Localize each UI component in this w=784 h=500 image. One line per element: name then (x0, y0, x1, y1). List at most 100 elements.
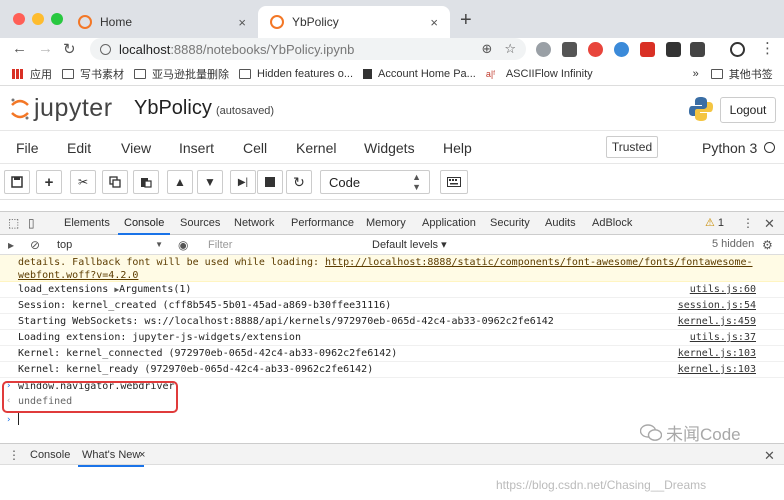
menu-insert[interactable]: Insert (179, 140, 214, 156)
drawer-tab-close-icon[interactable]: × (139, 449, 145, 461)
reload-icon[interactable]: ↻ (63, 40, 76, 58)
context-select[interactable]: top ▼ (52, 236, 168, 253)
log-source-link[interactable]: kernel.js:459 (678, 314, 756, 329)
copy-button[interactable] (102, 170, 128, 194)
window-controls (13, 13, 63, 25)
devtools-tab-adblock[interactable]: AdBlock (592, 217, 632, 229)
devtools-tab-audits[interactable]: Audits (545, 217, 576, 229)
bookmark-label: 亚马逊批量删除 (152, 68, 229, 81)
log-source-link[interactable]: session.js:54 (678, 298, 756, 313)
warning-counter[interactable]: ⚠ 1 (705, 216, 735, 229)
inspect-element-icon[interactable]: ⬚ (8, 216, 21, 230)
menu-widgets[interactable]: Widgets (364, 140, 415, 156)
devtools-tab-network[interactable]: Network (234, 217, 274, 229)
menu-edit[interactable]: Edit (67, 140, 91, 156)
bookmark-overflow-chevron[interactable]: » (693, 68, 699, 80)
refresh-icon: ↻ (293, 173, 305, 190)
menu-file[interactable]: File (16, 140, 39, 156)
console-log-line: Kernel: kernel_ready (972970eb-065d-42c4… (0, 362, 784, 378)
devtools-tab-security[interactable]: Security (490, 217, 530, 229)
bookmark-hidden-features[interactable]: Hidden features o... (239, 68, 353, 80)
drawer-tab-console[interactable]: Console (30, 449, 70, 461)
log-arguments[interactable]: Arguments(1) (119, 284, 191, 295)
log-source-link[interactable]: utils.js:37 (690, 330, 756, 345)
devtools-tab-elements[interactable]: Elements (64, 217, 110, 229)
notebook-name[interactable]: YbPolicy (134, 97, 212, 120)
window-zoom-button[interactable] (51, 13, 63, 25)
save-button[interactable] (4, 170, 30, 194)
devtools-close-icon[interactable]: ✕ (764, 216, 777, 231)
back-arrow-icon[interactable]: ← (12, 40, 27, 57)
extension-dark-icon[interactable] (666, 42, 681, 57)
jupyter-logo[interactable]: jupyter (10, 94, 113, 123)
drawer-menu-icon[interactable]: ⋮ (8, 448, 21, 462)
browser-tab-home[interactable]: Home × (66, 6, 258, 38)
devtools-tab-console[interactable]: Console (117, 217, 171, 235)
run-button[interactable]: ▶| (230, 170, 256, 194)
log-source-link[interactable]: utils.js:60 (690, 282, 756, 297)
bookmark-star-icon[interactable]: ☆ (504, 41, 516, 57)
menu-kernel[interactable]: Kernel (296, 140, 336, 156)
plus-icon: + (44, 173, 54, 191)
cell-type-select[interactable]: Code ▲ ▼ (320, 170, 430, 194)
browser-tab-ybpolicy[interactable]: YbPolicy × (258, 6, 450, 38)
menu-cell[interactable]: Cell (243, 140, 267, 156)
menu-view[interactable]: View (121, 140, 151, 156)
kernel-name[interactable]: Python 3 (702, 140, 757, 156)
paste-button[interactable] (133, 170, 159, 194)
tab-close-icon[interactable]: × (430, 15, 438, 30)
devtools-tab-memory[interactable]: Memory (366, 217, 406, 229)
devtools-tab-performance[interactable]: Performance (291, 217, 354, 229)
log-source-link[interactable]: kernel.js:103 (678, 362, 756, 377)
extension-compass-icon[interactable] (614, 42, 629, 57)
extension-tools-icon[interactable] (562, 42, 577, 57)
console-prompt-input[interactable] (18, 413, 19, 425)
extension-opera-icon[interactable] (588, 42, 603, 57)
extension-globe-icon[interactable] (536, 42, 551, 57)
move-up-button[interactable]: ▲ (167, 170, 193, 194)
clear-console-icon[interactable]: ⊘ (30, 238, 43, 252)
devtools-menu-icon[interactable]: ⋮ (742, 216, 755, 230)
drawer-close-icon[interactable]: ✕ (764, 448, 777, 463)
console-settings-gear-icon[interactable]: ⚙ (762, 238, 775, 252)
logout-button[interactable]: Logout (720, 97, 776, 123)
browser-menu-icon[interactable]: ⋮ (760, 39, 775, 57)
info-icon[interactable] (100, 43, 111, 55)
extension-red-icon[interactable] (640, 42, 655, 57)
move-down-button[interactable]: ▼ (197, 170, 223, 194)
device-toolbar-icon[interactable]: ▯ (28, 216, 41, 230)
extension-se-icon[interactable] (690, 42, 705, 57)
url-input[interactable]: localhost :8888/notebooks/YbPolicy.ipynb… (90, 38, 526, 60)
live-expression-eye-icon[interactable]: ◉ (178, 238, 191, 252)
log-text: Starting WebSockets: ws://localhost:8888… (18, 316, 554, 327)
bookmark-account-home[interactable]: Account Home Pa... (363, 68, 476, 80)
interrupt-button[interactable] (257, 170, 283, 194)
new-tab-button[interactable]: + (460, 9, 472, 32)
console-filter-input[interactable]: Filter (204, 237, 366, 253)
trusted-indicator[interactable]: Trusted (606, 136, 658, 158)
drawer-tab-whats-new[interactable]: What's New (77, 449, 145, 467)
command-palette-button[interactable] (440, 170, 468, 194)
bookmark-other-folder[interactable]: 其他书签 (710, 66, 773, 82)
dropdown-arrow-icon: ▼ (155, 240, 163, 249)
devtools-tab-application[interactable]: Application (422, 217, 476, 229)
sidebar-toggle-icon[interactable]: ▸ (8, 238, 21, 252)
window-minimize-button[interactable] (32, 13, 44, 25)
bookmark-amazon-delete[interactable]: 亚马逊批量删除 (134, 66, 229, 82)
console-log-line: load_extensions ▶Arguments(1) utils.js:6… (0, 282, 784, 298)
forward-arrow-icon[interactable]: → (38, 40, 53, 57)
cut-button[interactable]: ✂ (70, 170, 96, 194)
window-close-button[interactable] (13, 13, 25, 25)
bookmark-folder-writing[interactable]: 写书素材 (62, 66, 124, 82)
devtools-tab-sources[interactable]: Sources (180, 217, 220, 229)
insert-cell-button[interactable]: + (36, 170, 62, 194)
zoom-magnifier-icon[interactable]: ⊕ (481, 41, 492, 57)
bookmark-apps[interactable]: 应用 (12, 66, 52, 82)
log-levels-select[interactable]: Default levels ▾ (372, 238, 490, 251)
restart-button[interactable]: ↻ (286, 170, 312, 194)
log-source-link[interactable]: kernel.js:103 (678, 346, 756, 361)
tab-close-icon[interactable]: × (238, 15, 246, 30)
extension-blocker-icon[interactable] (730, 42, 745, 57)
menu-help[interactable]: Help (443, 140, 472, 156)
bookmark-asciiflow[interactable]: a|ᶠ ASCIIFlow Infinity (486, 68, 593, 80)
